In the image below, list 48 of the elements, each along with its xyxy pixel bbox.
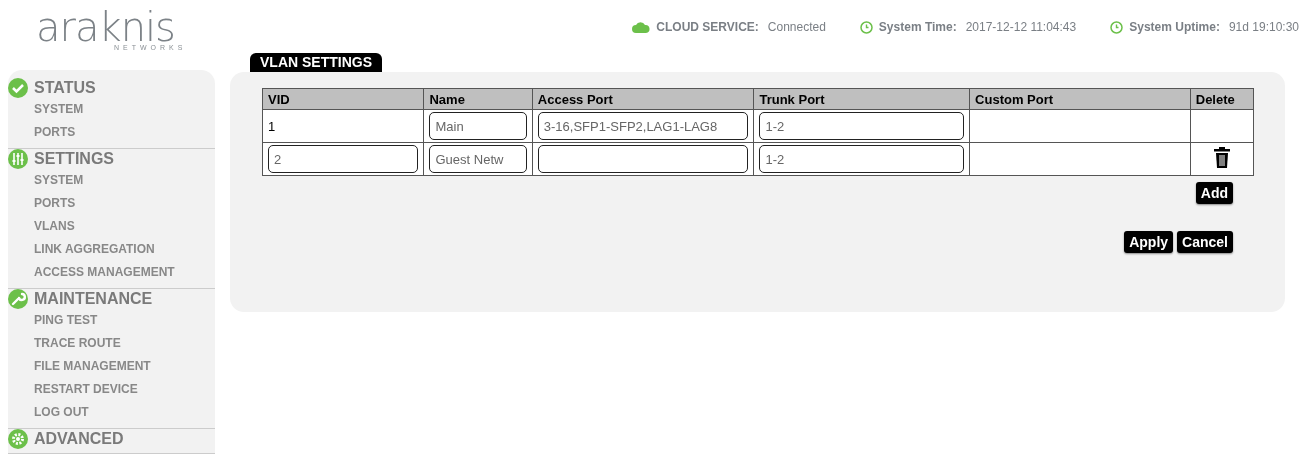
column-header: Name [424, 88, 533, 110]
logo: araknis [36, 10, 175, 44]
sidebar-heading[interactable]: SETTINGS [34, 150, 114, 168]
access-port-field[interactable] [537, 145, 749, 173]
sidebar-item[interactable]: SYSTEM [34, 98, 215, 121]
wrench-icon [8, 289, 28, 309]
clock-icon [1110, 20, 1124, 34]
trunk-port-field[interactable]: 1-2 [759, 112, 965, 140]
column-header: VID [262, 88, 424, 110]
sidebar-item[interactable]: LINK AGGREGATION [34, 238, 215, 261]
sidebar-item[interactable]: FILE MANAGEMENT [34, 355, 215, 378]
name-field[interactable]: Guest Netw [429, 145, 527, 173]
status-label: System Uptime: [1129, 20, 1220, 34]
vid-field[interactable]: 2 [268, 145, 419, 173]
status-value: 91d 19:10:30 [1228, 20, 1299, 34]
status-value: 2017-12-12 11:04:43 [965, 20, 1077, 34]
sidebar-heading[interactable]: ADVANCED [34, 430, 124, 448]
apply-button[interactable]: Apply [1124, 231, 1174, 253]
name-field[interactable]: Main [429, 112, 527, 140]
access-port-field[interactable]: 3-16,SFP1-SFP2,LAG1-LAG8 [537, 112, 749, 140]
sliders-icon [8, 149, 28, 169]
status-label: CLOUD SERVICE: [656, 20, 759, 34]
status-label: System Time: [878, 20, 957, 34]
sidebar-item[interactable]: LOG OUT [34, 401, 215, 424]
sidebar-heading[interactable]: STATUS [34, 79, 96, 97]
sidebar-item[interactable]: PORTS [34, 192, 215, 215]
clock-icon [859, 20, 873, 34]
sidebar-item[interactable]: SYSTEM [34, 169, 215, 192]
add-button[interactable]: Add [1195, 182, 1233, 204]
column-header: Delete [1190, 88, 1254, 110]
check-icon [8, 78, 28, 98]
cancel-button[interactable]: Cancel [1177, 231, 1233, 253]
trunk-port-field[interactable]: 1-2 [759, 145, 965, 173]
column-header: Custom Port [969, 88, 1191, 110]
sidebar-item[interactable]: VLANS [34, 215, 215, 238]
cloud-icon [632, 21, 651, 33]
sidebar-heading[interactable]: MAINTENANCE [34, 290, 153, 308]
sidebar-item[interactable]: TRACE ROUTE [34, 332, 215, 355]
sidebar-item[interactable]: RESTART DEVICE [34, 378, 215, 401]
column-header: Trunk Port [753, 88, 970, 110]
sidebar-item[interactable]: PORTS [34, 121, 215, 144]
column-header: Access Port [532, 88, 754, 110]
table-cell: 1 [262, 109, 424, 143]
settings-icon [8, 429, 28, 449]
trash-icon[interactable] [1212, 146, 1231, 169]
sidebar-item[interactable]: PING TEST [34, 309, 215, 332]
sidebar-item[interactable]: ACCESS MANAGEMENT [34, 261, 215, 284]
status-value: Connected [767, 20, 826, 34]
